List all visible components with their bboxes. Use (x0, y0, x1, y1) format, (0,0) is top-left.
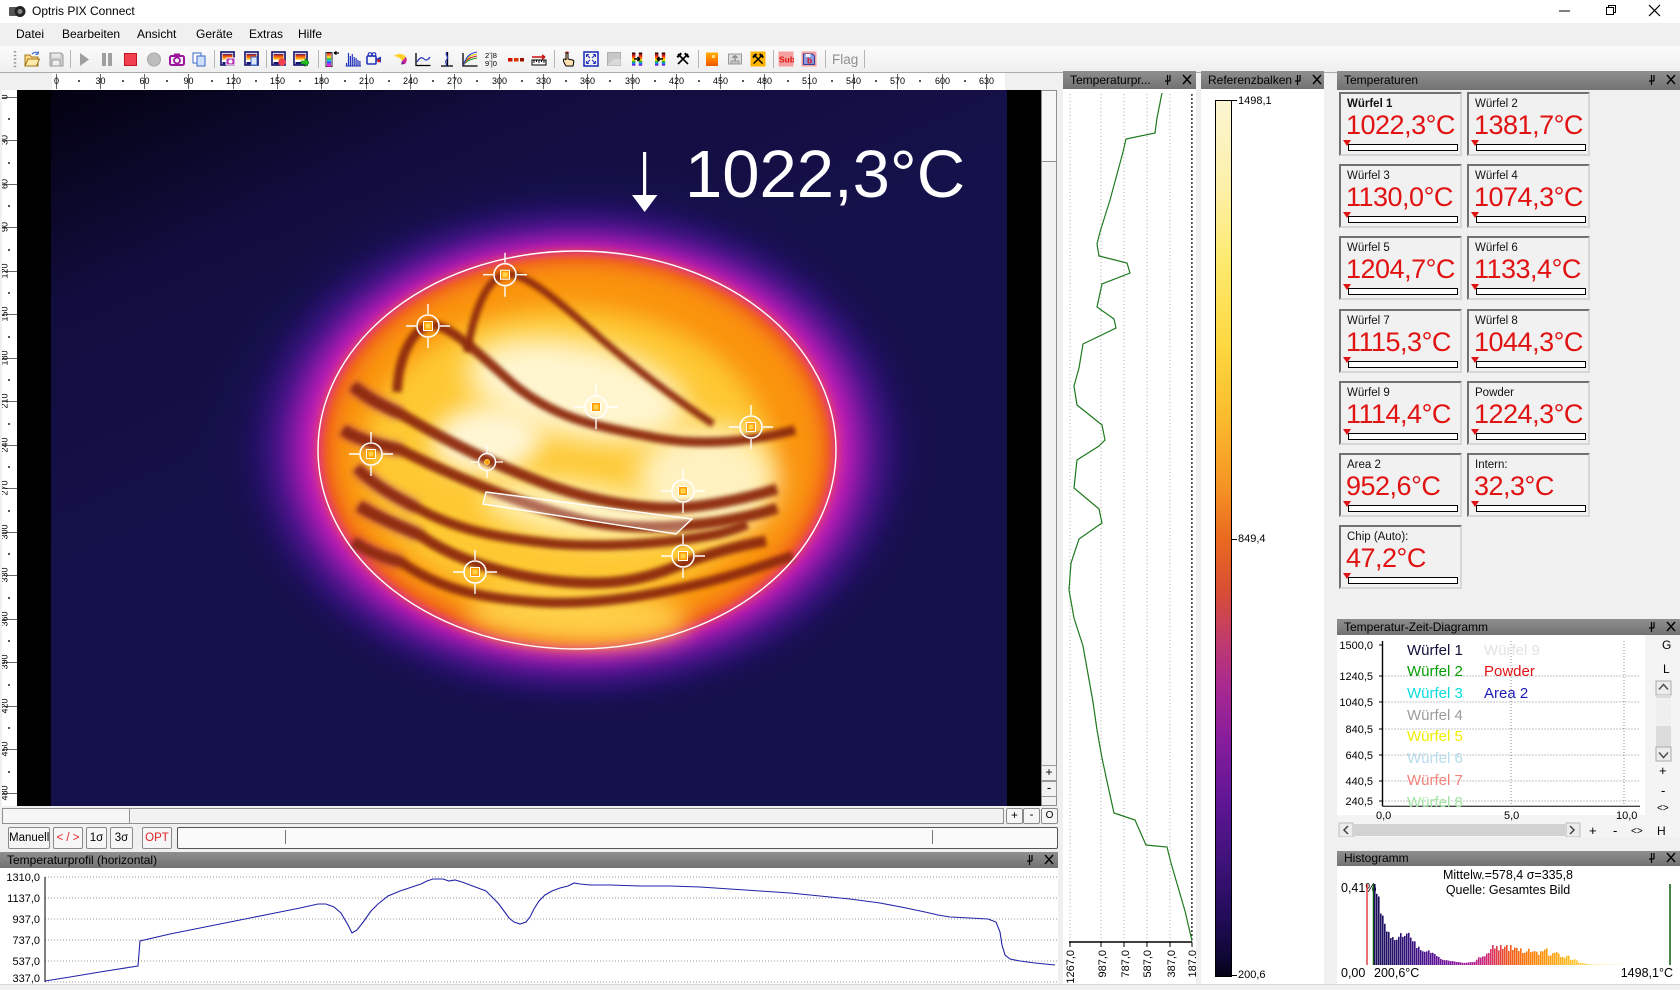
svg-text:Würfel 7: Würfel 7 (1407, 772, 1463, 789)
svg-text:787,0: 787,0 (1120, 950, 1132, 978)
svg-text:937,0: 937,0 (12, 914, 40, 926)
svg-text:b: b (807, 56, 812, 66)
svg-text:Würfel 1: Würfel 1 (1407, 642, 1463, 659)
svg-text:<>: <> (1631, 826, 1643, 837)
svg-text:240,5: 240,5 (1345, 796, 1373, 808)
svg-text:Würfel 4: Würfel 4 (1407, 707, 1463, 724)
svg-text:+: + (1659, 763, 1667, 778)
svg-text:1022,3°C: 1022,3°C (685, 137, 965, 212)
svg-text:1498,1°C: 1498,1°C (1621, 966, 1673, 980)
svg-text:1310,0: 1310,0 (6, 872, 40, 884)
svg-text:+: + (1589, 823, 1597, 837)
svg-text:1500,0: 1500,0 (1339, 640, 1373, 652)
svg-text:840,5: 840,5 (1345, 724, 1373, 736)
svg-text:0,0: 0,0 (1376, 810, 1391, 822)
svg-text:9ʼ|0: 9ʼ|0 (485, 59, 497, 68)
svg-text:537,0: 537,0 (12, 956, 40, 968)
svg-text:640,5: 640,5 (1345, 750, 1373, 762)
svg-text:Würfel 3: Würfel 3 (1407, 685, 1463, 702)
svg-text:Würfel 2: Würfel 2 (1407, 663, 1463, 680)
svg-text:Quelle: Gesamtes Bild: Quelle: Gesamtes Bild (1446, 883, 1570, 897)
svg-text:<>: <> (1657, 803, 1669, 814)
svg-text:H: H (1657, 824, 1666, 837)
svg-text:0,41%: 0,41% (1341, 881, 1376, 895)
svg-text:Würfel 5: Würfel 5 (1407, 728, 1463, 745)
svg-text:1137,0: 1137,0 (7, 893, 40, 905)
svg-text:Würfel 9: Würfel 9 (1484, 642, 1540, 659)
svg-text:Sub: Sub (779, 55, 794, 65)
svg-text:0,00: 0,00 (1341, 966, 1365, 980)
svg-text:587,0: 587,0 (1142, 950, 1154, 978)
svg-text:Powder: Powder (1484, 663, 1535, 680)
svg-text:1267,0: 1267,0 (1065, 950, 1077, 984)
svg-text:Würfel 8: Würfel 8 (1407, 794, 1463, 811)
svg-text:200,6°C: 200,6°C (1374, 966, 1419, 980)
svg-text:L: L (1663, 662, 1670, 676)
svg-text:987,0: 987,0 (1097, 950, 1109, 978)
svg-text:387,0: 387,0 (1166, 950, 1178, 978)
svg-text:187,0: 187,0 (1187, 950, 1196, 978)
svg-text:-: - (1613, 823, 1617, 837)
svg-text:440,5: 440,5 (1345, 776, 1373, 788)
svg-text:Würfel 6: Würfel 6 (1407, 750, 1463, 767)
svg-text:Mittelw.=578,4 σ=335,8: Mittelw.=578,4 σ=335,8 (1443, 868, 1573, 882)
svg-text:-: - (1661, 783, 1665, 798)
svg-text:10,0: 10,0 (1616, 810, 1637, 822)
svg-text:5,0: 5,0 (1504, 810, 1519, 822)
svg-text:1240,5: 1240,5 (1339, 671, 1373, 683)
svg-text:1040,5: 1040,5 (1339, 697, 1373, 709)
svg-text:G: G (1662, 638, 1671, 652)
svg-text:Area 2: Area 2 (1484, 685, 1528, 702)
svg-text:337,0: 337,0 (12, 973, 40, 984)
svg-text:737,0: 737,0 (12, 935, 40, 947)
